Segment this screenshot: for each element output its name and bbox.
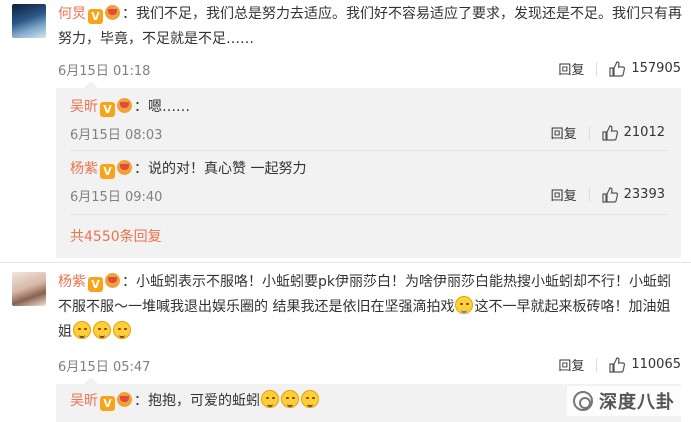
like-count: 23393 (623, 187, 665, 202)
comment-content: 杨紫 V ：小蚯蚓表示不服咯！小蚯蚓要pk伊丽莎白！为啥伊丽莎白能热搜小蚯蚓却不行！… (58, 270, 683, 345)
verified-icon: V (100, 102, 115, 117)
reply-content: 杨紫 V ：说的对！真心赞 一起努力 (70, 158, 306, 180)
like-count: 110065 (631, 357, 681, 372)
reply-time: 6月15日 08:03 (70, 128, 163, 143)
shy-emoji-icon (113, 321, 131, 339)
comment-actions: 回复 157905 (558, 59, 681, 78)
like-icon[interactable] (609, 60, 626, 77)
colon: ： (134, 393, 148, 409)
verified-icon: V (88, 277, 103, 292)
comment-actions: 回复 110065 (558, 355, 681, 374)
wechat-icon (573, 391, 593, 411)
author-name[interactable]: 吴昕 (70, 393, 98, 409)
author-name[interactable]: 杨紫 (70, 161, 98, 177)
reply-time: 6月15日 09:40 (70, 190, 163, 205)
verified-icon: V (88, 9, 103, 24)
reply-text: 嗯…… (148, 99, 190, 115)
reply-content: 吴昕 V ：嗯…… (70, 96, 190, 118)
reply-button[interactable]: 回复 (551, 123, 577, 142)
vip-crown-icon (117, 160, 132, 175)
like-count: 21012 (623, 125, 665, 140)
reply-text: 抱抱，可爱的蚯蚓 (148, 393, 260, 409)
reply-content: 吴昕 V ：抱抱，可爱的蚯蚓 (70, 390, 320, 412)
crying-emoji-icon (455, 296, 474, 314)
reply-button[interactable]: 回复 (551, 185, 577, 204)
divider (588, 187, 590, 202)
author-name[interactable]: 何炅 (58, 6, 86, 22)
comment-time: 6月15日 01:18 (58, 64, 151, 79)
like-icon[interactable] (602, 186, 618, 203)
author-name[interactable]: 杨紫 (58, 274, 86, 290)
divider (70, 150, 667, 151)
colon: ： (122, 6, 136, 22)
watermark-text: 深度八卦 (599, 392, 675, 413)
comment-item: 何炅 V ：我们不足，我们总是努力去适应。我们好不容易适应了要求，发现还是不足。我们… (0, 0, 691, 258)
vip-crown-icon (105, 5, 120, 20)
verified-icon: V (100, 164, 115, 179)
colon: ： (134, 161, 148, 177)
watermark: 深度八卦 (567, 386, 681, 416)
like-count: 157905 (631, 61, 681, 76)
colon: ： (134, 99, 148, 115)
comment-content: 何炅 V ：我们不足，我们总是努力去适应。我们好不容易适应了要求，发现还是不足。我们… (58, 2, 683, 52)
reply-text: 说的对！真心赞 一起努力 (148, 161, 307, 177)
more-replies-link[interactable]: 共4550条回复 (70, 226, 162, 246)
vip-crown-icon (105, 273, 120, 288)
avatar[interactable] (12, 272, 46, 306)
divider (596, 61, 598, 76)
reply-button[interactable]: 回复 (558, 59, 584, 78)
vip-crown-icon (117, 392, 132, 407)
shy-emoji-icon (93, 321, 111, 339)
comment-time: 6月15日 05:47 (58, 360, 151, 375)
shy-emoji-icon (73, 321, 91, 339)
comment-text: 我们不足，我们总是努力去适应。我们好不容易适应了要求，发现还是不足。我们只有再努… (58, 6, 682, 47)
divider (596, 357, 598, 372)
like-icon[interactable] (602, 124, 618, 141)
reply-actions: 回复 21012 (551, 123, 665, 142)
like-icon[interactable] (609, 356, 626, 373)
vip-crown-icon (117, 98, 132, 113)
reply-list: 吴昕 V ：嗯…… 6月15日 08:03 回复 21012 杨紫 V ：说的对！真心赞… (56, 81, 681, 258)
verified-icon: V (100, 396, 115, 411)
kiss-emoji-icon (301, 390, 319, 408)
author-name[interactable]: 吴昕 (70, 99, 98, 115)
avatar[interactable] (12, 4, 46, 38)
reply-actions: 回复 23393 (551, 185, 665, 204)
divider (70, 214, 667, 215)
colon: ： (122, 274, 136, 290)
kiss-emoji-icon (281, 390, 299, 408)
kiss-emoji-icon (261, 390, 279, 408)
divider (588, 125, 590, 140)
reply-button[interactable]: 回复 (558, 355, 584, 374)
